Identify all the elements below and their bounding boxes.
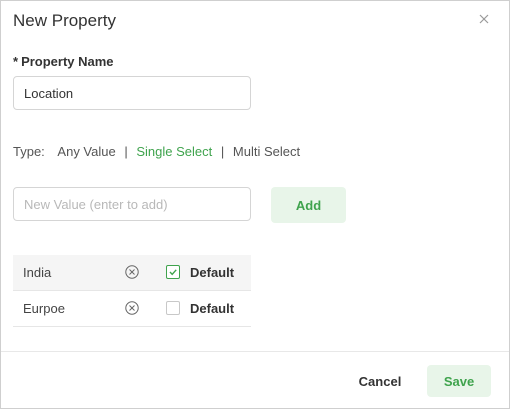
type-option-single-select[interactable]: Single Select (136, 144, 212, 159)
new-property-dialog: New Property *Property Name Type: Any Va… (0, 0, 510, 409)
new-value-input[interactable] (13, 187, 251, 221)
circle-x-icon[interactable] (125, 301, 139, 315)
cancel-button[interactable]: Cancel (346, 366, 414, 396)
property-name-label: * Property Name (13, 54, 114, 69)
dialog-title: New Property (13, 11, 116, 30)
save-button[interactable]: Save (427, 365, 491, 397)
default-checkbox[interactable] (166, 265, 180, 279)
default-checkbox[interactable] (166, 301, 180, 315)
value-name: India (23, 265, 52, 280)
type-separator: | (124, 144, 128, 159)
dialog-header: New Property (1, 1, 509, 43)
type-selector: Type: Any Value | Single Select | Multi … (13, 144, 300, 159)
type-option-any-value[interactable]: Any Value (57, 144, 115, 159)
property-name-input[interactable] (13, 76, 251, 110)
value-row: India Default (13, 255, 251, 291)
type-separator: | (220, 144, 225, 159)
checkmark-icon (169, 269, 177, 276)
type-label: Type: (13, 144, 45, 159)
dialog-footer: Cancel Save (1, 351, 509, 409)
required-marker: * (13, 54, 19, 69)
value-name: Eurpoe (23, 301, 65, 316)
value-row: Eurpoe Default (13, 291, 251, 327)
default-label: Default (190, 301, 235, 316)
property-name-label-text: Property Name (21, 54, 114, 69)
close-icon (479, 14, 489, 24)
circle-x-icon[interactable] (125, 265, 139, 279)
close-button[interactable] (475, 10, 493, 28)
values-list: India Default Eurpoe Default (13, 255, 251, 327)
add-button[interactable]: Add (271, 187, 346, 223)
default-label: Default (190, 265, 235, 280)
type-option-multi-select[interactable]: Multi Select (233, 144, 300, 159)
